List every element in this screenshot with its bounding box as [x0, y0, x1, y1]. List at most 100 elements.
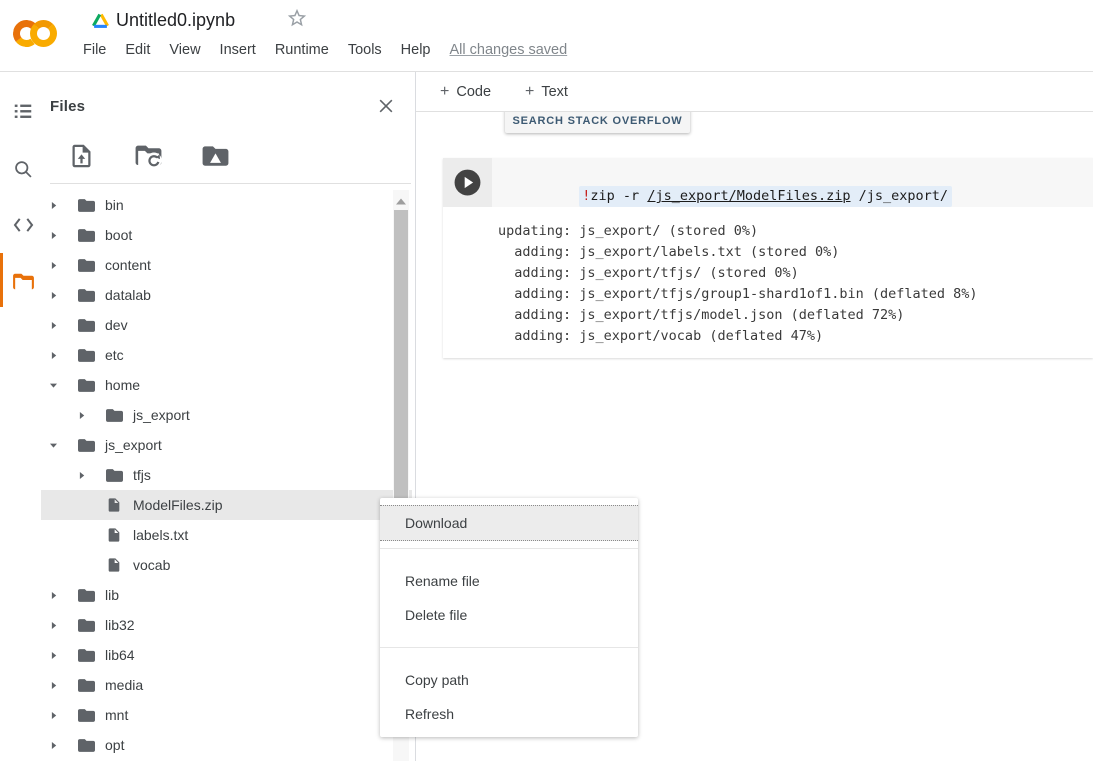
tree-item-label: js_export	[105, 437, 162, 453]
path-token: /js_export/	[851, 188, 949, 204]
file-tree: bin boot content datalab dev etc	[41, 72, 412, 761]
tree-item-content[interactable]: content	[41, 250, 412, 280]
tree-item-media[interactable]: media	[41, 670, 412, 700]
chevron-right-icon[interactable]	[45, 707, 61, 723]
context-menu-rename-file[interactable]: Rename file	[380, 564, 638, 598]
tree-item-lib[interactable]: lib	[41, 580, 412, 610]
file-icon	[103, 526, 125, 544]
chevron-down-icon[interactable]	[45, 437, 61, 453]
chevron-right-icon[interactable]	[45, 257, 61, 273]
file-context-menu: Download Rename file Delete file Copy pa…	[380, 498, 638, 737]
run-cell-button[interactable]	[454, 169, 481, 196]
files-tab-icon[interactable]	[8, 266, 38, 296]
tree-item-opt[interactable]: opt	[41, 730, 412, 760]
menu-file[interactable]: File	[83, 42, 106, 58]
chevron-right-icon[interactable]	[45, 227, 61, 243]
tree-item-labels-txt[interactable]: labels.txt	[41, 520, 412, 550]
tree-item-home[interactable]: home	[41, 370, 412, 400]
folder-icon	[103, 406, 125, 424]
menu-insert[interactable]: Insert	[220, 42, 256, 58]
chevron-right-icon[interactable]	[45, 317, 61, 333]
context-menu-copy-path[interactable]: Copy path	[380, 663, 638, 697]
code-selection: !zip -r /js_export/ModelFiles.zip /js_ex…	[579, 186, 952, 207]
folder-icon	[75, 706, 97, 724]
save-status[interactable]: All changes saved	[450, 42, 568, 58]
chevron-right-icon[interactable]	[45, 647, 61, 663]
tree-item-boot[interactable]: boot	[41, 220, 412, 250]
tree-item-datalab[interactable]: datalab	[41, 280, 412, 310]
tree-spacer	[73, 497, 89, 513]
menu-help[interactable]: Help	[401, 42, 431, 58]
plus-icon: +	[440, 83, 449, 101]
add-code-button[interactable]: + Code	[440, 83, 491, 101]
search-icon[interactable]	[8, 154, 38, 184]
chevron-down-icon[interactable]	[45, 377, 61, 393]
colab-logo-icon[interactable]	[13, 15, 61, 53]
tree-item-label: opt	[105, 737, 124, 753]
notebook-title[interactable]: Untitled0.ipynb	[116, 10, 235, 31]
active-tab-indicator	[0, 253, 3, 307]
folder-icon	[75, 646, 97, 664]
tree-item-label: vocab	[133, 557, 170, 573]
context-menu-divider	[380, 647, 638, 648]
folder-icon	[75, 346, 97, 364]
add-text-button[interactable]: + Text	[525, 83, 568, 101]
add-code-label: Code	[456, 84, 491, 100]
folder-icon	[75, 586, 97, 604]
tree-item-js_export[interactable]: js_export	[41, 430, 412, 460]
context-menu-download[interactable]: Download	[380, 505, 638, 541]
folder-icon	[75, 256, 97, 274]
tree-item-mnt[interactable]: mnt	[41, 700, 412, 730]
context-menu-delete-file[interactable]: Delete file	[380, 598, 638, 632]
file-path-link[interactable]: /js_export/ModelFiles.zip	[647, 188, 850, 204]
tree-item-js_export-home[interactable]: js_export	[41, 400, 412, 430]
star-icon[interactable]	[286, 7, 308, 29]
tree-item-label: lib32	[105, 617, 135, 633]
folder-icon	[75, 226, 97, 244]
tree-item-etc[interactable]: etc	[41, 340, 412, 370]
code-cell: !zip -r /js_export/ModelFiles.zip /js_ex…	[443, 158, 1093, 358]
table-of-contents-icon[interactable]	[8, 96, 38, 126]
chevron-right-icon[interactable]	[73, 467, 89, 483]
chevron-right-icon[interactable]	[45, 347, 61, 363]
chevron-right-icon[interactable]	[45, 197, 61, 213]
tree-item-modelfiles-zip[interactable]: ModelFiles.zip	[41, 490, 412, 520]
tree-item-label: labels.txt	[133, 527, 188, 543]
tree-item-lib32[interactable]: lib32	[41, 610, 412, 640]
scrollbar-up-arrow[interactable]	[393, 194, 409, 208]
tree-item-label: js_export	[133, 407, 190, 423]
folder-icon	[75, 376, 97, 394]
folder-icon	[75, 736, 97, 754]
tree-item-tfjs[interactable]: tfjs	[41, 460, 412, 490]
file-tree-scrollbar-thumb[interactable]	[394, 210, 408, 500]
menu-view[interactable]: View	[169, 42, 200, 58]
left-rail	[0, 72, 47, 761]
code-editor[interactable]: !zip -r /js_export/ModelFiles.zip /js_ex…	[443, 158, 1093, 207]
chevron-right-icon[interactable]	[45, 587, 61, 603]
app-header: Untitled0.ipynb File Edit View Insert Ru…	[0, 0, 1093, 72]
folder-icon	[75, 196, 97, 214]
chevron-right-icon[interactable]	[73, 407, 89, 423]
chevron-right-icon[interactable]	[45, 677, 61, 693]
tree-item-label: bin	[105, 197, 124, 213]
tree-item-lib64[interactable]: lib64	[41, 640, 412, 670]
tree-item-label: tfjs	[133, 467, 151, 483]
context-menu-divider	[380, 548, 638, 549]
menu-tools[interactable]: Tools	[348, 42, 382, 58]
tree-item-label: content	[105, 257, 151, 273]
google-drive-icon	[92, 13, 109, 28]
chevron-right-icon[interactable]	[45, 737, 61, 753]
tree-item-label: lib64	[105, 647, 135, 663]
chevron-right-icon[interactable]	[45, 617, 61, 633]
menu-edit[interactable]: Edit	[125, 42, 150, 58]
context-menu-refresh[interactable]: Refresh	[380, 697, 638, 731]
code-snippets-icon[interactable]	[8, 210, 38, 240]
menubar: File Edit View Insert Runtime Tools Help…	[83, 42, 567, 58]
tree-item-bin[interactable]: bin	[41, 190, 412, 220]
folder-icon	[75, 316, 97, 334]
tree-item-vocab[interactable]: vocab	[41, 550, 412, 580]
chevron-right-icon[interactable]	[45, 287, 61, 303]
tree-item-label: boot	[105, 227, 132, 243]
menu-runtime[interactable]: Runtime	[275, 42, 329, 58]
tree-item-dev[interactable]: dev	[41, 310, 412, 340]
